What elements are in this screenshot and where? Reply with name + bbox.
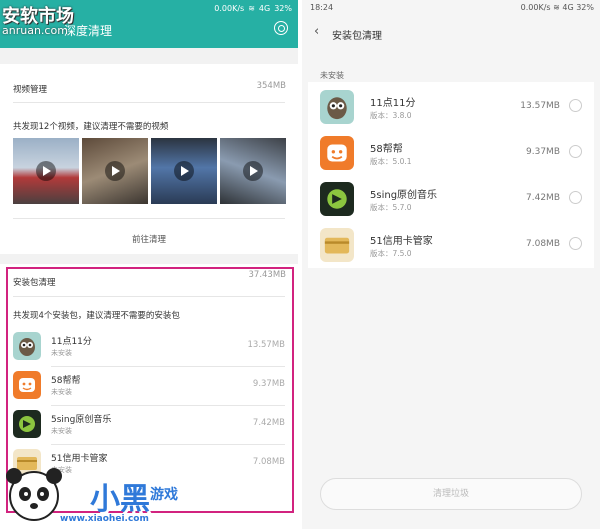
package-name: 51信用卡管家 <box>370 236 433 247</box>
right-screen: 18:24 0.00K/s ≋ 4G 32% ‹ 安装包清理 未安装 11点11… <box>302 0 600 529</box>
divider <box>13 102 285 103</box>
clock: 18:24 <box>310 3 334 12</box>
select-radio[interactable] <box>569 99 582 112</box>
status-bar: 18:24 0.00K/s ≋ 4G 32% <box>302 0 600 16</box>
play-icon <box>36 161 56 181</box>
package-name: 11点11分 <box>370 98 416 109</box>
video-thumbnails <box>13 138 286 204</box>
panda-logo <box>4 462 64 524</box>
play-icon <box>243 161 263 181</box>
network-speed: 0.00K/s <box>520 3 551 12</box>
section-label: 未安装 <box>320 71 344 80</box>
status-icons: 0.00K/s ≋ 4G 32% <box>521 3 594 12</box>
watermark-brand-sub: 游戏 <box>150 487 178 503</box>
package-item[interactable]: 5sing原创音乐 版本：5.7.0 7.42MB <box>320 176 588 220</box>
clean-junk-button[interactable]: 清理垃圾 <box>320 478 582 510</box>
watermark-brand-bottom: 小黑 <box>90 482 150 517</box>
package-name: 5sing原创音乐 <box>370 190 438 201</box>
battery-level: 32% <box>274 4 292 13</box>
select-radio[interactable] <box>569 145 582 158</box>
package-size: 7.42MB <box>526 193 560 203</box>
package-name: 58帮帮 <box>370 144 403 155</box>
play-icon <box>174 161 194 181</box>
divider <box>13 218 285 219</box>
video-thumbnail[interactable] <box>151 138 217 204</box>
header-bar: ‹ 安装包清理 <box>302 20 600 46</box>
select-radio[interactable] <box>569 191 582 204</box>
battery-level: 32% <box>576 3 594 12</box>
settings-icon[interactable] <box>274 21 288 35</box>
signal-indicator: 4G <box>562 3 574 12</box>
package-version: 版本：5.7.0 <box>370 203 412 212</box>
video-thumbnail[interactable] <box>13 138 79 204</box>
owl-icon <box>320 90 354 124</box>
5sing-icon <box>320 182 354 216</box>
package-version: 版本：3.8.0 <box>370 111 412 120</box>
play-icon <box>105 161 125 181</box>
wifi-icon: ≋ <box>553 3 563 12</box>
package-version: 版本：7.5.0 <box>370 249 412 258</box>
card-title: 视频管理 <box>13 85 48 95</box>
back-icon[interactable]: ‹ <box>314 24 319 39</box>
go-clean-button[interactable]: 前往清理 <box>0 233 298 245</box>
package-size: 7.08MB <box>526 239 560 249</box>
video-thumbnail[interactable] <box>82 138 148 204</box>
signal-indicator: 4G <box>258 4 271 13</box>
network-speed: 0.00K/s <box>214 4 245 13</box>
package-size: 13.57MB <box>520 101 560 111</box>
package-version: 版本：5.0.1 <box>370 157 412 166</box>
card-size: 354MB <box>256 81 286 91</box>
video-thumbnail[interactable] <box>220 138 286 204</box>
watermark-url-bottom: www.xiaohei.com <box>60 514 149 524</box>
wifi-icon: ≋ <box>248 4 255 13</box>
package-list: 11点11分 版本：3.8.0 13.57MB 58帮帮 版本：5.0.1 9.… <box>308 82 594 268</box>
select-radio[interactable] <box>569 237 582 250</box>
card-icon <box>320 228 354 262</box>
page-title: 安装包清理 <box>332 31 382 42</box>
package-size: 9.37MB <box>526 147 560 157</box>
card-description: 共发现12个视频，建议清理不需要的视频 <box>13 122 169 132</box>
package-item[interactable]: 51信用卡管家 版本：7.5.0 7.08MB <box>320 222 588 266</box>
package-item[interactable]: 11点11分 版本：3.8.0 13.57MB <box>320 84 588 128</box>
watermark-url: anruan.com <box>2 24 68 37</box>
58-icon <box>320 136 354 170</box>
package-item[interactable]: 58帮帮 版本：5.0.1 9.37MB <box>320 130 588 174</box>
left-screen: 0.00K/s ≋ 4G 32% 深度清理 视频管理 354MB 共发现12个视… <box>0 0 298 529</box>
status-bar: 0.00K/s ≋ 4G 32% <box>214 4 292 13</box>
